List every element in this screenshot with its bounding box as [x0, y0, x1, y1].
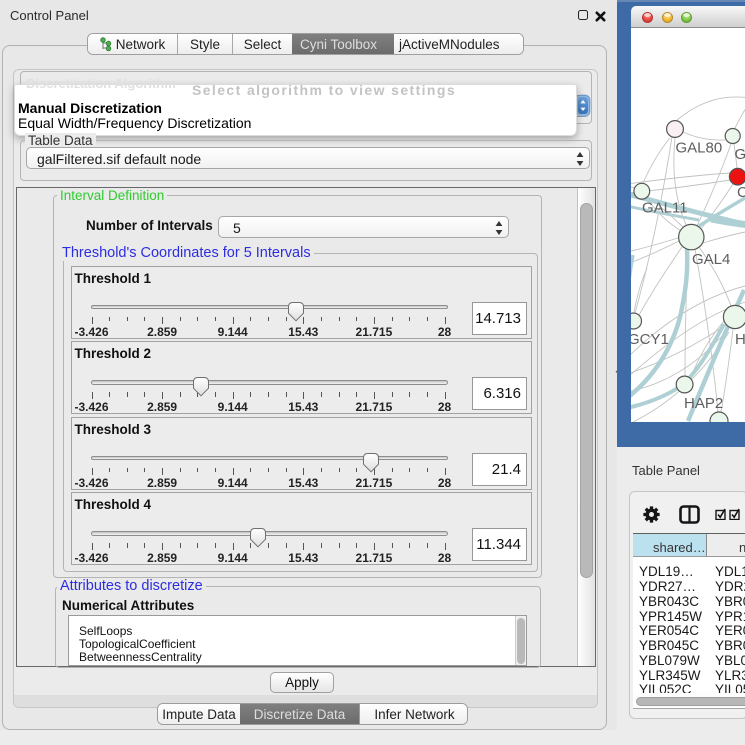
svg-text:HAP2: HAP2	[684, 395, 723, 412]
svg-text:GAL80: GAL80	[676, 140, 723, 157]
svg-text:GCY1: GCY1	[631, 331, 669, 348]
svg-text:H: H	[735, 331, 745, 348]
svg-text:C: C	[737, 184, 745, 201]
svg-text:GA: GA	[735, 146, 745, 163]
svg-text:GAL11: GAL11	[642, 200, 688, 217]
svg-text:GAL4: GAL4	[692, 251, 730, 268]
